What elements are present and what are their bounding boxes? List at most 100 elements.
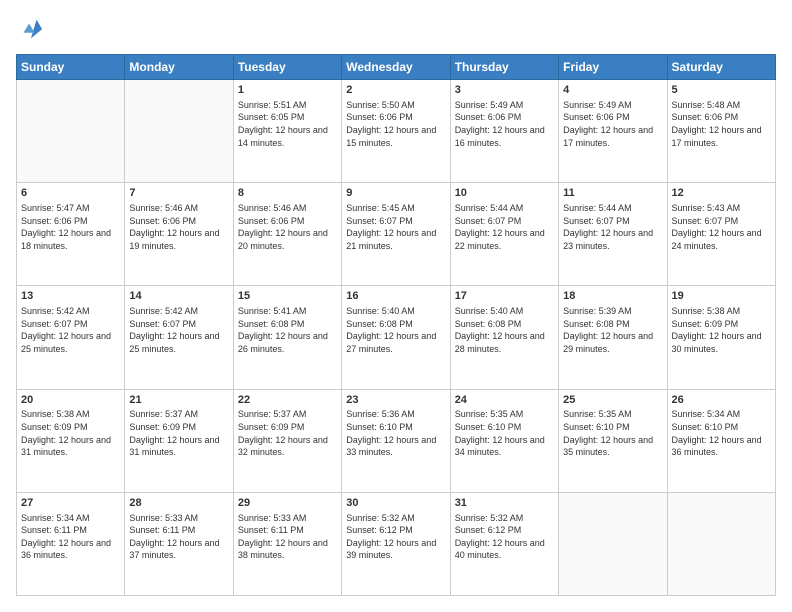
day-info: Sunrise: 5:38 AM Sunset: 6:09 PM Dayligh… [672,305,771,355]
day-info: Sunrise: 5:40 AM Sunset: 6:08 PM Dayligh… [455,305,554,355]
day-info: Sunrise: 5:44 AM Sunset: 6:07 PM Dayligh… [455,202,554,252]
day-number: 28 [129,496,228,511]
day-number: 26 [672,393,771,408]
day-number: 17 [455,289,554,304]
weekday-header: Saturday [667,55,775,80]
calendar-week-row: 1Sunrise: 5:51 AM Sunset: 6:05 PM Daylig… [17,80,776,183]
calendar-cell [125,80,233,183]
day-info: Sunrise: 5:45 AM Sunset: 6:07 PM Dayligh… [346,202,445,252]
day-info: Sunrise: 5:43 AM Sunset: 6:07 PM Dayligh… [672,202,771,252]
weekday-header: Monday [125,55,233,80]
calendar-cell: 18Sunrise: 5:39 AM Sunset: 6:08 PM Dayli… [559,286,667,389]
day-info: Sunrise: 5:33 AM Sunset: 6:11 PM Dayligh… [129,512,228,562]
calendar-cell: 4Sunrise: 5:49 AM Sunset: 6:06 PM Daylig… [559,80,667,183]
weekday-header: Wednesday [342,55,450,80]
day-number: 23 [346,393,445,408]
day-info: Sunrise: 5:41 AM Sunset: 6:08 PM Dayligh… [238,305,337,355]
calendar-cell: 31Sunrise: 5:32 AM Sunset: 6:12 PM Dayli… [450,492,558,595]
calendar-week-row: 20Sunrise: 5:38 AM Sunset: 6:09 PM Dayli… [17,389,776,492]
day-info: Sunrise: 5:46 AM Sunset: 6:06 PM Dayligh… [238,202,337,252]
day-number: 5 [672,83,771,98]
logo [16,16,48,44]
day-info: Sunrise: 5:33 AM Sunset: 6:11 PM Dayligh… [238,512,337,562]
logo-icon [16,16,44,44]
day-number: 29 [238,496,337,511]
day-info: Sunrise: 5:42 AM Sunset: 6:07 PM Dayligh… [129,305,228,355]
calendar-week-row: 6Sunrise: 5:47 AM Sunset: 6:06 PM Daylig… [17,183,776,286]
weekday-header: Sunday [17,55,125,80]
weekday-header: Friday [559,55,667,80]
calendar-cell: 3Sunrise: 5:49 AM Sunset: 6:06 PM Daylig… [450,80,558,183]
calendar-cell: 12Sunrise: 5:43 AM Sunset: 6:07 PM Dayli… [667,183,775,286]
weekday-header: Thursday [450,55,558,80]
calendar-cell: 11Sunrise: 5:44 AM Sunset: 6:07 PM Dayli… [559,183,667,286]
day-number: 4 [563,83,662,98]
day-number: 15 [238,289,337,304]
day-info: Sunrise: 5:44 AM Sunset: 6:07 PM Dayligh… [563,202,662,252]
day-info: Sunrise: 5:39 AM Sunset: 6:08 PM Dayligh… [563,305,662,355]
day-number: 10 [455,186,554,201]
calendar-cell: 25Sunrise: 5:35 AM Sunset: 6:10 PM Dayli… [559,389,667,492]
calendar-cell: 17Sunrise: 5:40 AM Sunset: 6:08 PM Dayli… [450,286,558,389]
calendar-cell: 10Sunrise: 5:44 AM Sunset: 6:07 PM Dayli… [450,183,558,286]
calendar-cell: 23Sunrise: 5:36 AM Sunset: 6:10 PM Dayli… [342,389,450,492]
calendar-cell: 5Sunrise: 5:48 AM Sunset: 6:06 PM Daylig… [667,80,775,183]
calendar-table: SundayMondayTuesdayWednesdayThursdayFrid… [16,54,776,596]
day-number: 12 [672,186,771,201]
calendar-cell: 2Sunrise: 5:50 AM Sunset: 6:06 PM Daylig… [342,80,450,183]
day-info: Sunrise: 5:49 AM Sunset: 6:06 PM Dayligh… [455,99,554,149]
day-number: 1 [238,83,337,98]
day-info: Sunrise: 5:35 AM Sunset: 6:10 PM Dayligh… [455,408,554,458]
day-info: Sunrise: 5:34 AM Sunset: 6:11 PM Dayligh… [21,512,120,562]
calendar-week-row: 27Sunrise: 5:34 AM Sunset: 6:11 PM Dayli… [17,492,776,595]
calendar-cell: 1Sunrise: 5:51 AM Sunset: 6:05 PM Daylig… [233,80,341,183]
day-number: 11 [563,186,662,201]
day-info: Sunrise: 5:46 AM Sunset: 6:06 PM Dayligh… [129,202,228,252]
day-number: 14 [129,289,228,304]
day-number: 21 [129,393,228,408]
day-number: 3 [455,83,554,98]
calendar-cell [559,492,667,595]
day-number: 9 [346,186,445,201]
day-number: 30 [346,496,445,511]
calendar-cell: 28Sunrise: 5:33 AM Sunset: 6:11 PM Dayli… [125,492,233,595]
calendar-cell: 24Sunrise: 5:35 AM Sunset: 6:10 PM Dayli… [450,389,558,492]
page: SundayMondayTuesdayWednesdayThursdayFrid… [0,0,792,612]
day-number: 31 [455,496,554,511]
day-number: 18 [563,289,662,304]
calendar-cell: 6Sunrise: 5:47 AM Sunset: 6:06 PM Daylig… [17,183,125,286]
calendar-cell: 22Sunrise: 5:37 AM Sunset: 6:09 PM Dayli… [233,389,341,492]
day-number: 2 [346,83,445,98]
day-info: Sunrise: 5:51 AM Sunset: 6:05 PM Dayligh… [238,99,337,149]
calendar-cell: 7Sunrise: 5:46 AM Sunset: 6:06 PM Daylig… [125,183,233,286]
calendar-cell: 9Sunrise: 5:45 AM Sunset: 6:07 PM Daylig… [342,183,450,286]
calendar-cell: 27Sunrise: 5:34 AM Sunset: 6:11 PM Dayli… [17,492,125,595]
calendar-cell: 20Sunrise: 5:38 AM Sunset: 6:09 PM Dayli… [17,389,125,492]
weekday-header: Tuesday [233,55,341,80]
day-number: 24 [455,393,554,408]
day-number: 25 [563,393,662,408]
day-number: 16 [346,289,445,304]
day-info: Sunrise: 5:32 AM Sunset: 6:12 PM Dayligh… [346,512,445,562]
day-info: Sunrise: 5:36 AM Sunset: 6:10 PM Dayligh… [346,408,445,458]
day-number: 6 [21,186,120,201]
calendar-cell: 26Sunrise: 5:34 AM Sunset: 6:10 PM Dayli… [667,389,775,492]
day-number: 8 [238,186,337,201]
day-number: 7 [129,186,228,201]
calendar-cell [667,492,775,595]
day-info: Sunrise: 5:35 AM Sunset: 6:10 PM Dayligh… [563,408,662,458]
day-info: Sunrise: 5:48 AM Sunset: 6:06 PM Dayligh… [672,99,771,149]
day-info: Sunrise: 5:37 AM Sunset: 6:09 PM Dayligh… [238,408,337,458]
day-number: 22 [238,393,337,408]
calendar-cell [17,80,125,183]
day-number: 19 [672,289,771,304]
calendar-header-row: SundayMondayTuesdayWednesdayThursdayFrid… [17,55,776,80]
calendar-cell: 8Sunrise: 5:46 AM Sunset: 6:06 PM Daylig… [233,183,341,286]
day-number: 20 [21,393,120,408]
calendar-cell: 14Sunrise: 5:42 AM Sunset: 6:07 PM Dayli… [125,286,233,389]
day-info: Sunrise: 5:50 AM Sunset: 6:06 PM Dayligh… [346,99,445,149]
calendar-cell: 16Sunrise: 5:40 AM Sunset: 6:08 PM Dayli… [342,286,450,389]
day-number: 13 [21,289,120,304]
calendar-cell: 15Sunrise: 5:41 AM Sunset: 6:08 PM Dayli… [233,286,341,389]
day-info: Sunrise: 5:34 AM Sunset: 6:10 PM Dayligh… [672,408,771,458]
